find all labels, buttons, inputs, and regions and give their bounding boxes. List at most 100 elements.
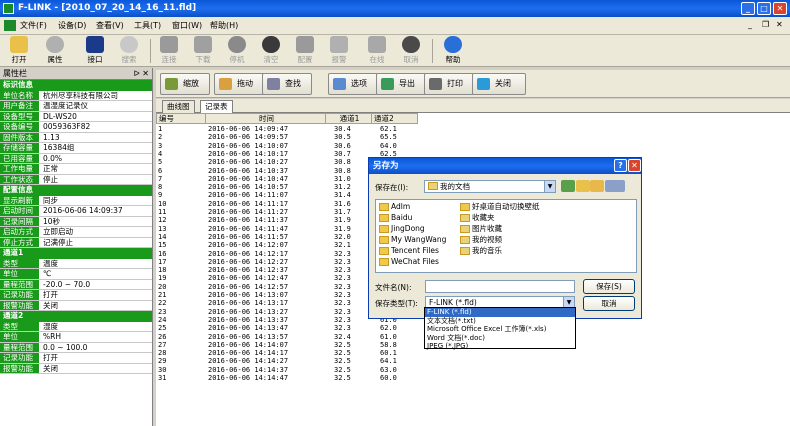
property-row[interactable]: 启动方式 立即启动 xyxy=(0,227,152,238)
online-button[interactable]: 在线 xyxy=(364,36,390,66)
new-folder-icon[interactable] xyxy=(590,180,604,192)
back-icon[interactable] xyxy=(561,180,575,192)
property-row[interactable]: 单位 ℃ xyxy=(0,269,152,280)
zoom-button[interactable]: 缩放 xyxy=(160,73,210,95)
up-folder-icon[interactable] xyxy=(576,180,590,192)
file-type-option[interactable]: F-LINK (*.fld) xyxy=(425,308,575,317)
table-row[interactable]: 92016-06-06 14:11:0731.491.2 xyxy=(156,191,397,199)
table-row[interactable]: 62016-06-06 14:10:3730.862.3 xyxy=(156,167,397,175)
mdi-close-button[interactable]: ✕ xyxy=(776,20,783,29)
table-row[interactable]: 162016-06-06 14:12:1732.398.9 xyxy=(156,250,397,258)
property-row[interactable]: 单位名称 杭州尽享科技有限公司 xyxy=(0,90,152,101)
mdi-restore-button[interactable]: ❐ xyxy=(762,20,769,29)
menu-tools[interactable]: 工具(T) xyxy=(134,20,161,31)
find-button[interactable]: 查找 xyxy=(262,73,312,95)
open-button[interactable]: 打开 xyxy=(6,36,32,66)
filename-input[interactable] xyxy=(425,280,575,293)
folder-item[interactable]: 好桌道自动切换壁纸 xyxy=(460,202,540,212)
save-in-dropdown[interactable]: 我的文档 ▼ xyxy=(424,180,556,193)
property-row[interactable]: 停止方式 记满停止 xyxy=(0,237,152,248)
property-row[interactable]: 量程范围 -20.0 ~ 70.0 xyxy=(0,279,152,290)
table-row[interactable]: 82016-06-06 14:10:5731.291.2 xyxy=(156,183,397,191)
folder-item[interactable]: 图片收藏 xyxy=(460,224,502,234)
table-row[interactable]: 31 2016-06-06 14:14:47 32.5 60.0 xyxy=(156,374,397,382)
file-type-option[interactable]: Word 文档(*.doc) xyxy=(425,334,575,343)
dialog-help-button[interactable]: ? xyxy=(614,159,627,172)
property-row[interactable]: 存储容量 16384组 xyxy=(0,143,152,154)
folder-item[interactable]: Baidu xyxy=(379,213,412,223)
property-row[interactable]: 启动时间 2016-06-06 14:09:37 xyxy=(0,206,152,217)
folder-item[interactable]: Tencent Files xyxy=(379,246,439,256)
table-row[interactable]: 192016-06-06 14:12:4732.385.5 xyxy=(156,274,397,282)
menu-help[interactable]: 帮助(H) xyxy=(210,20,238,31)
table-row[interactable]: 52016-06-06 14:10:2730.862.0 xyxy=(156,158,397,166)
file-type-option[interactable]: 文本文档(*.txt) xyxy=(425,317,575,326)
download-button[interactable]: 下载 xyxy=(190,36,216,66)
column-header-number[interactable]: 编号 xyxy=(156,113,206,124)
folder-item[interactable]: 我的音乐 xyxy=(460,246,502,256)
property-row[interactable]: 已用容量 0.0% xyxy=(0,153,152,164)
property-row[interactable]: 单位 %RH xyxy=(0,332,152,343)
dialog-close-button[interactable]: ✕ xyxy=(628,159,641,172)
config-button[interactable]: 配置 xyxy=(292,36,318,66)
table-row[interactable]: 232016-06-06 14:13:2732.365.0 xyxy=(156,308,397,316)
alarm-button[interactable]: 报警 xyxy=(326,36,352,66)
table-row[interactable]: 172016-06-06 14:12:2732.396.5 xyxy=(156,258,397,266)
property-row[interactable]: 类型 湿度 xyxy=(0,321,152,332)
properties-button[interactable]: 属性 xyxy=(42,36,68,66)
column-header-channel2[interactable]: 通道2 xyxy=(372,113,418,124)
view-menu-icon[interactable] xyxy=(605,180,625,192)
menu-device[interactable]: 设备(D) xyxy=(58,20,86,31)
save-button[interactable]: 保存(S) xyxy=(583,279,635,294)
options-button[interactable]: 选项 xyxy=(328,73,378,95)
tab-records[interactable]: 记录表 xyxy=(200,100,233,114)
cancel-button[interactable]: 取消 xyxy=(583,296,635,311)
table-row[interactable]: 28 2016-06-06 14:14:17 32.5 60.1 xyxy=(156,349,397,357)
property-row[interactable]: 量程范围 0.0 ~ 100.0 xyxy=(0,342,152,353)
column-header-time[interactable]: 时间 xyxy=(206,113,326,124)
table-row[interactable]: 25 2016-06-06 14:13:47 32.3 62.0 xyxy=(156,324,397,332)
table-row[interactable]: 27 2016-06-06 14:14:07 32.5 58.8 xyxy=(156,341,397,349)
connect-button[interactable]: 连接 xyxy=(156,36,182,66)
property-row[interactable]: 记录功能 打开 xyxy=(0,290,152,301)
table-row[interactable]: 212016-06-06 14:13:0732.372.5 xyxy=(156,291,397,299)
table-row[interactable]: 72016-06-06 14:10:4731.074.0 xyxy=(156,175,397,183)
minimize-button[interactable]: _ xyxy=(741,2,755,15)
search-button[interactable]: 搜索 xyxy=(116,36,142,66)
clear-button[interactable]: 清空 xyxy=(258,36,284,66)
interface-button[interactable]: 接口 xyxy=(82,36,108,66)
menu-window[interactable]: 窗口(W) xyxy=(172,20,202,31)
table-row[interactable]: 3 2016-06-06 14:10:07 30.6 64.0 xyxy=(156,142,397,150)
table-row[interactable]: 30 2016-06-06 14:14:37 32.5 63.0 xyxy=(156,366,397,374)
stop-button[interactable]: 停机 xyxy=(224,36,250,66)
folder-item[interactable]: WeChat Files xyxy=(379,257,439,267)
table-row[interactable]: 122016-06-06 14:11:3731.997.0 xyxy=(156,216,397,224)
maximize-button[interactable]: □ xyxy=(757,2,771,15)
property-row[interactable]: 设备型号 DL-WS20 xyxy=(0,111,152,122)
mdi-minimize-button[interactable]: _ xyxy=(748,20,752,29)
property-row[interactable]: 固件版本 1.13 xyxy=(0,132,152,143)
table-row[interactable]: 182016-06-06 14:12:3732.391.6 xyxy=(156,266,397,274)
cancel-toolbar-button[interactable]: 取消 xyxy=(398,36,424,66)
table-row[interactable]: 202016-06-06 14:12:5732.379.1 xyxy=(156,283,397,291)
property-row[interactable]: 记录功能 打开 xyxy=(0,353,152,364)
property-row[interactable]: 类型 温度 xyxy=(0,258,152,269)
table-row[interactable]: 26 2016-06-06 14:13:57 32.4 61.0 xyxy=(156,333,397,341)
file-type-option[interactable]: Microsoft Office Excel 工作簿(*.xls) xyxy=(425,325,575,334)
file-type-option[interactable]: JPEG (*.JPG) xyxy=(425,342,575,351)
property-row[interactable]: 工作电量 正常 xyxy=(0,164,152,175)
table-row[interactable]: 142016-06-06 14:11:5732.086.9 xyxy=(156,233,397,241)
folder-item[interactable]: Adlm xyxy=(379,202,410,212)
table-row[interactable]: 152016-06-06 14:12:0732.195.4 xyxy=(156,241,397,249)
table-row[interactable]: 2 2016-06-06 14:09:57 30.5 65.5 xyxy=(156,133,397,141)
table-row[interactable]: 29 2016-06-06 14:14:27 32.5 64.1 xyxy=(156,357,397,365)
property-row[interactable]: 显示刷新 同步 xyxy=(0,195,152,206)
sidebar-controls[interactable]: ᐅ ✕ xyxy=(134,68,149,80)
property-row[interactable]: 用户备注 温湿度记录仪 xyxy=(0,101,152,112)
menu-file[interactable]: 文件(F) xyxy=(20,20,47,31)
property-row[interactable]: 设备编号 0059363F82 xyxy=(0,122,152,133)
table-row[interactable]: 4 2016-06-06 14:10:17 30.7 62.5 xyxy=(156,150,397,158)
folder-item[interactable]: My WangWang xyxy=(379,235,446,245)
table-row[interactable]: 222016-06-06 14:13:1732.365.6 xyxy=(156,299,397,307)
property-row[interactable]: 工作状态 停止 xyxy=(0,174,152,185)
